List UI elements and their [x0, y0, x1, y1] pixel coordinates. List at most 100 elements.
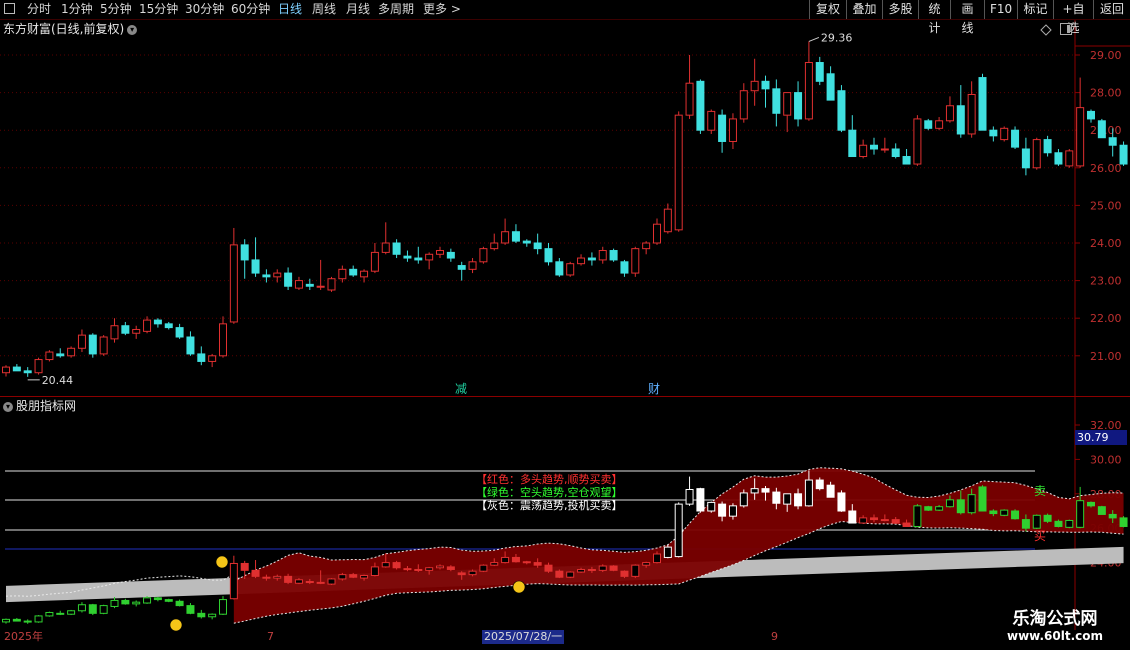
indicator-candle-body — [425, 567, 434, 571]
candle-body — [794, 92, 803, 120]
indicator-candle-body — [956, 499, 965, 514]
date-label-year: 2025年 — [4, 630, 43, 643]
price-tick-label: 22.00 — [1090, 312, 1122, 325]
mark-button[interactable]: 标记 — [1017, 0, 1053, 19]
indicator-candle-body — [414, 568, 423, 571]
candle-body — [1108, 137, 1117, 146]
chevron-down-icon[interactable]: ▾ — [3, 401, 13, 412]
chevron-down-icon[interactable]: ▾ — [127, 24, 138, 35]
candle-body — [468, 261, 477, 270]
indicator-candle-body — [577, 568, 586, 573]
stats-button[interactable]: 统计 — [918, 0, 950, 35]
indicator-candle-body — [620, 570, 629, 577]
indicator-candle-body — [1000, 509, 1009, 516]
tab-multi-period[interactable]: 多周期 — [378, 0, 414, 19]
tab-60min[interactable]: 60分钟 — [231, 0, 270, 19]
indicator-title: 股朋指标网 — [16, 399, 77, 413]
indicator-candle-body — [186, 605, 195, 614]
overlay-button[interactable]: 叠加 — [846, 0, 882, 19]
candle-body — [1097, 120, 1106, 139]
indicator-candle-body — [153, 597, 162, 601]
indicator-candle-body — [772, 491, 781, 504]
indicator-candle-body — [913, 505, 922, 527]
indicator-candle-body — [468, 570, 477, 576]
f10-button[interactable]: F10 — [984, 0, 1017, 19]
diamond-icon[interactable] — [1040, 24, 1052, 36]
indicator-candle-body — [23, 620, 32, 623]
candle-body — [229, 244, 238, 323]
candle-body — [978, 77, 987, 131]
candle-body — [132, 328, 141, 334]
indicator-candle-body — [685, 489, 694, 505]
candle-body — [1076, 107, 1085, 167]
candle-body — [284, 272, 293, 287]
candle-body — [631, 248, 640, 274]
scroll-indicator-icon[interactable] — [1060, 23, 1072, 35]
candle-body — [837, 90, 846, 131]
tab-15min[interactable]: 15分钟 — [139, 0, 178, 19]
tab-1min[interactable]: 1分钟 — [61, 0, 93, 19]
candle-body — [739, 90, 748, 120]
indicator-candle-body — [783, 493, 792, 505]
candle-body — [620, 261, 629, 274]
candle-body — [1011, 129, 1020, 148]
indicator-candle-body — [273, 575, 282, 579]
tab-weekly[interactable]: 周线 — [312, 0, 336, 19]
indicator-candle-body — [804, 479, 813, 507]
indicator-candle-body — [1065, 519, 1074, 528]
fuquan-button[interactable]: 复权 — [809, 0, 846, 19]
candle-body — [1021, 148, 1030, 169]
tab-monthly[interactable]: 月线 — [346, 0, 370, 19]
indicator-candle-body — [1043, 514, 1052, 522]
draw-line-button[interactable]: 画线 — [950, 0, 984, 35]
indicator-candle-body — [522, 561, 531, 564]
indicator-candle-body — [1054, 520, 1063, 527]
candle-body — [718, 114, 727, 142]
indicator-candle-body — [848, 510, 857, 524]
indicator-candle-body — [555, 570, 564, 578]
candle-body — [1087, 110, 1095, 120]
tab-daily[interactable]: 日线 — [278, 0, 302, 19]
candlesticks — [2, 41, 1128, 377]
indicator-tick-label: 30.00 — [1090, 453, 1122, 466]
multi-stock-button[interactable]: 多股 — [882, 0, 918, 19]
indicator-candle-body — [67, 610, 76, 615]
candle-body — [1000, 127, 1009, 141]
candle-body — [360, 270, 369, 278]
price-tick-label: 26.00 — [1090, 162, 1122, 175]
candle-body — [392, 242, 401, 255]
indicator-candle-body — [631, 564, 640, 577]
candle-body — [164, 323, 173, 329]
add-watchlist-button[interactable]: +自选 — [1053, 0, 1093, 35]
buy-signal-label: 买 — [1034, 529, 1046, 543]
price-tick-label: 23.00 — [1090, 275, 1122, 288]
back-button[interactable]: 返回 — [1093, 0, 1130, 19]
price-tick-label: 29.00 — [1090, 49, 1122, 62]
indicator-candle-body — [674, 503, 683, 558]
candle-body — [848, 129, 857, 158]
smiley-icon — [512, 580, 526, 594]
indicator-candle-body — [1076, 500, 1085, 528]
indicator-candle-body — [739, 492, 748, 507]
indicator-candle-body — [56, 612, 65, 615]
main-chart-header: 东方财富(日线,前复权) ▾ — [0, 20, 138, 38]
candle-body — [56, 353, 65, 357]
indicator-candle-body — [859, 517, 868, 524]
candle-body — [728, 118, 737, 142]
candle-body — [2, 366, 10, 374]
indicator-candle-body — [837, 492, 846, 512]
tab-30min[interactable]: 30分钟 — [185, 0, 224, 19]
indicator-candle-body — [1108, 513, 1117, 519]
candle-body — [989, 129, 998, 137]
candle-body — [436, 250, 444, 255]
tab-fenshi[interactable]: 分时 — [27, 0, 51, 19]
candle-body — [501, 231, 510, 244]
tab-more[interactable]: 更多 > — [423, 0, 461, 19]
candle-body — [143, 319, 152, 332]
candle-body — [262, 274, 271, 278]
candle-body — [783, 92, 792, 116]
indicator-candle-body — [197, 612, 206, 618]
candle-body — [587, 257, 596, 261]
tab-5min[interactable]: 5分钟 — [100, 0, 132, 19]
menu-square-button[interactable] — [4, 3, 15, 14]
